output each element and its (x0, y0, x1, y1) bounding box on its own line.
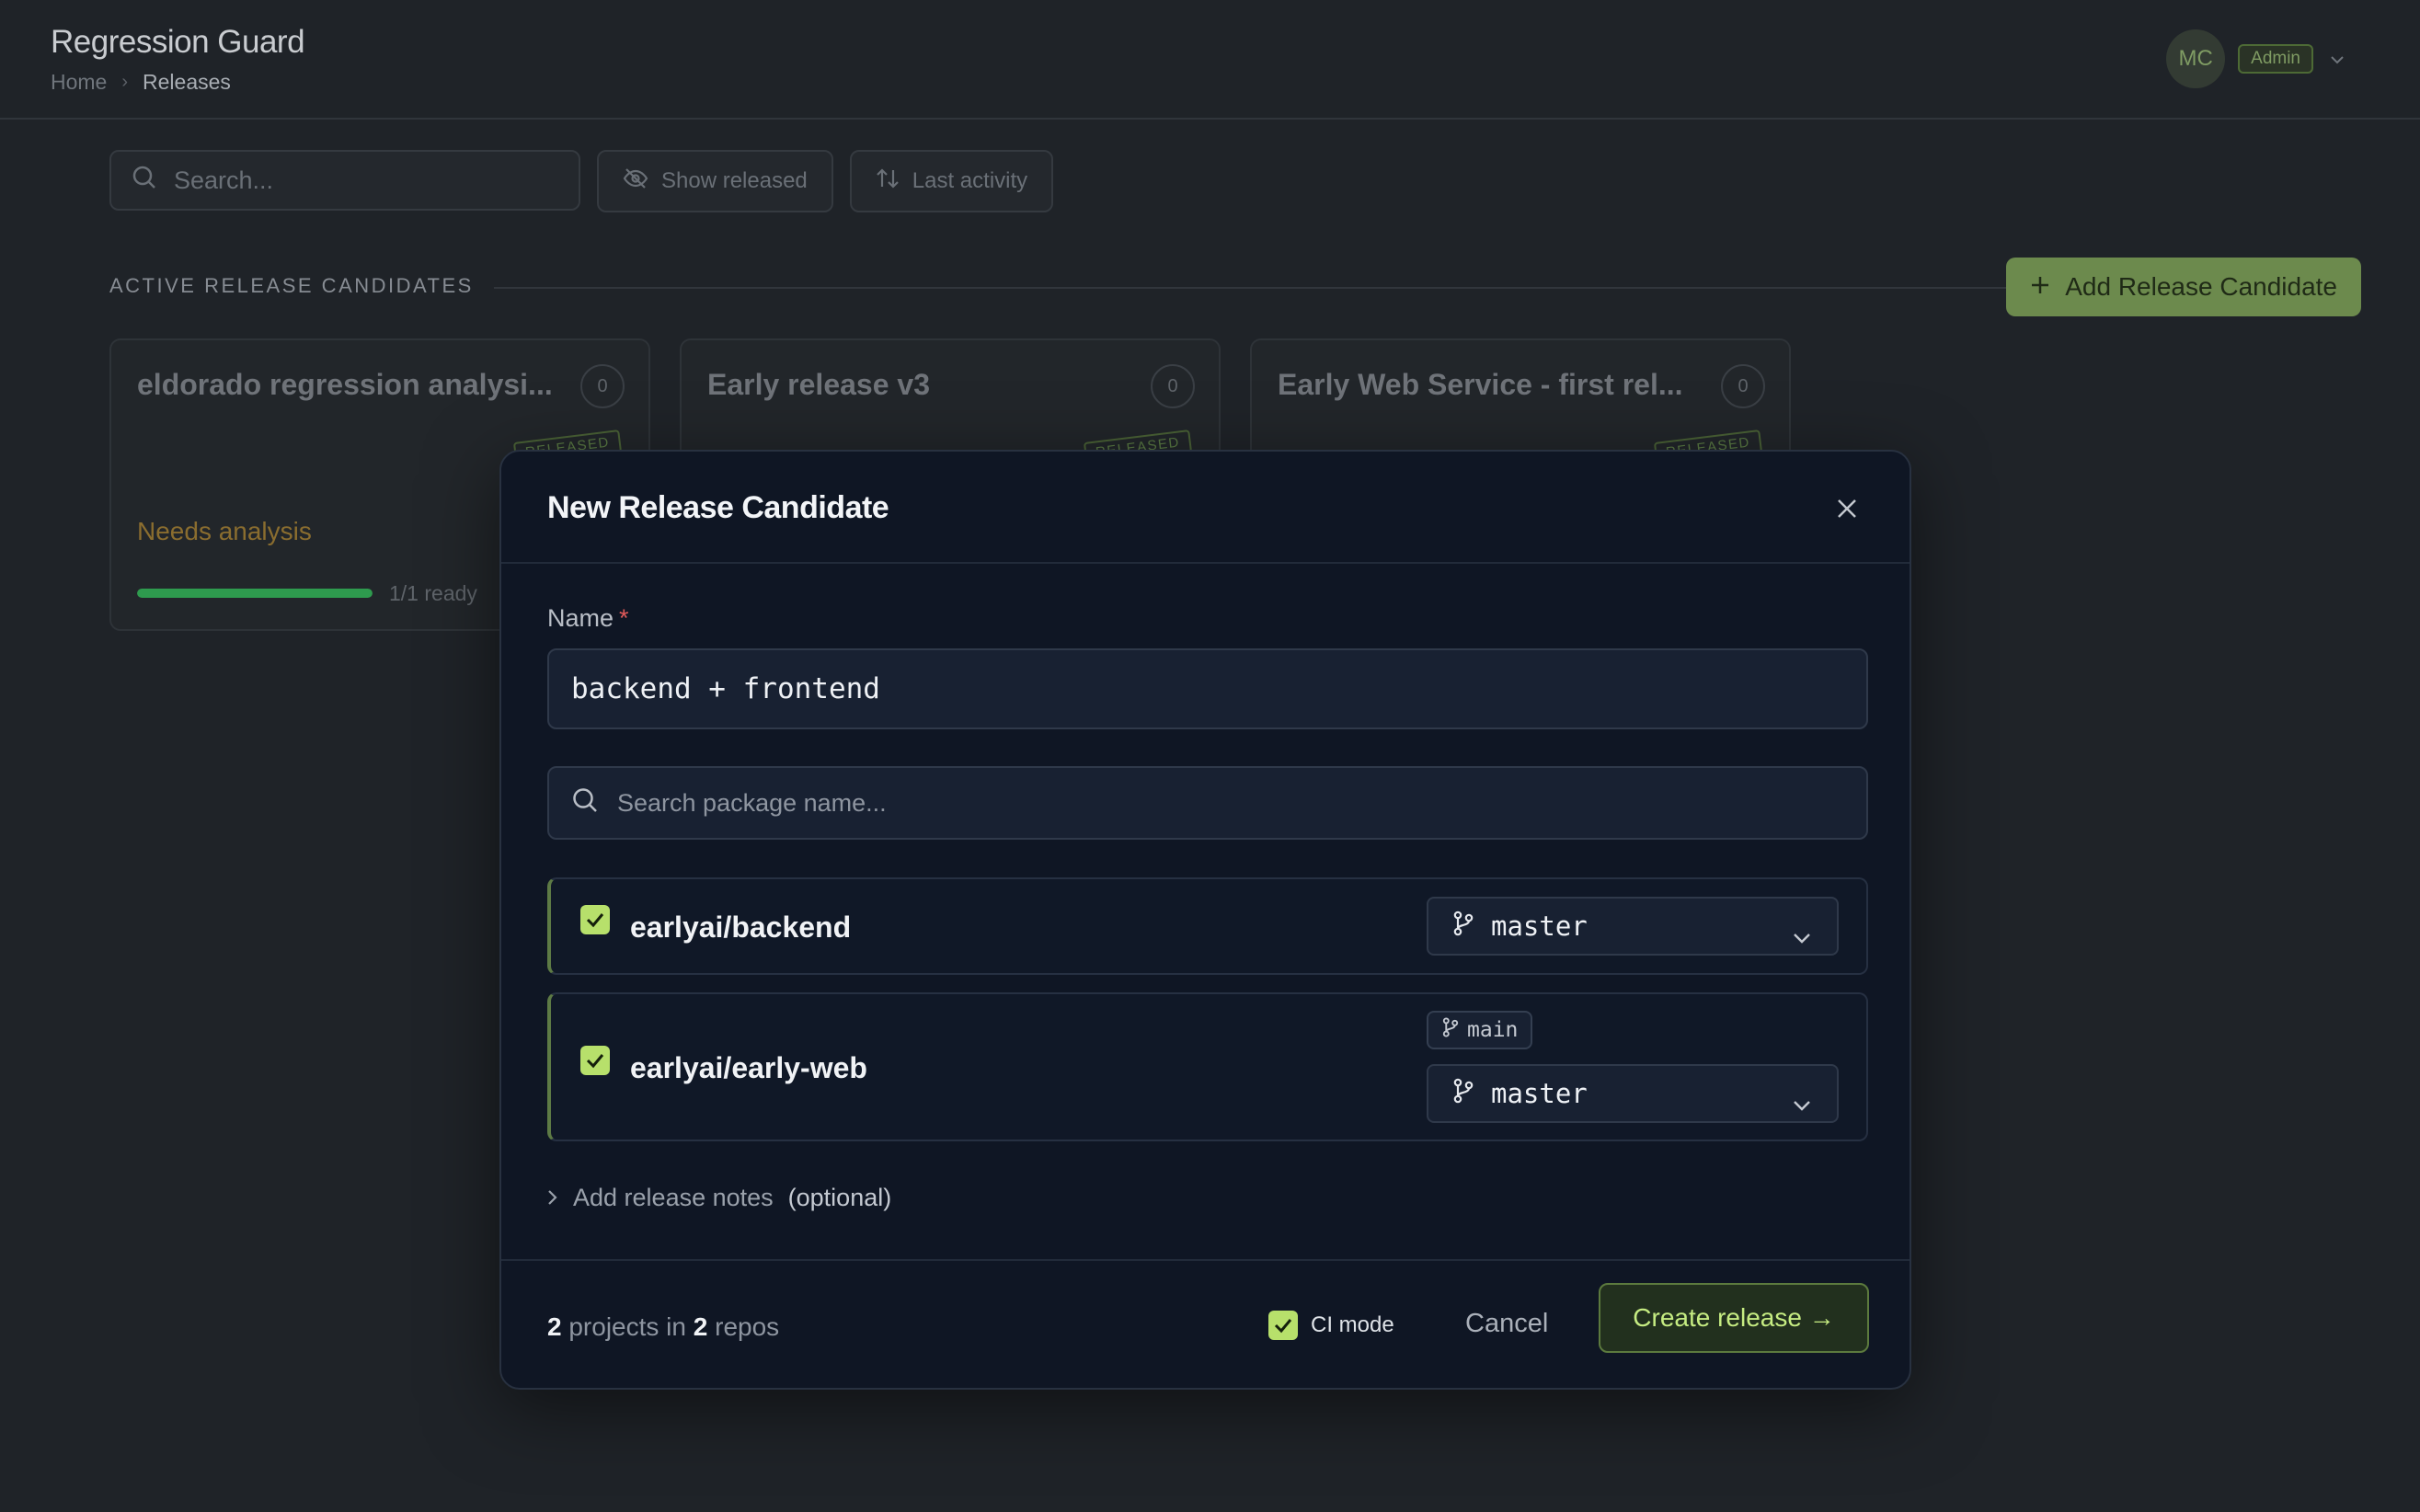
branch-select-value: master (1491, 911, 1588, 942)
progress-bar (137, 589, 373, 598)
package-row-early-web[interactable]: earlyai/early-web main master (547, 992, 1868, 1141)
card-status: Needs analysis (137, 517, 312, 545)
required-marker: * (619, 604, 629, 632)
default-branch-label: main (1467, 1018, 1519, 1042)
plus-icon (2030, 272, 2050, 302)
name-input[interactable]: backend + frontend (547, 648, 1868, 729)
avatar[interactable]: MC (2166, 29, 2226, 88)
card-count-badge: 0 (1151, 364, 1195, 408)
dialog-header: New Release Candidate (501, 452, 1910, 564)
card-count-badge: 0 (1721, 364, 1765, 408)
sort-label: Last activity (912, 168, 1028, 193)
breadcrumb-home[interactable]: Home (51, 70, 107, 95)
default-branch-tag: main (1427, 1011, 1533, 1049)
check-icon (586, 913, 604, 928)
search-placeholder: Search... (174, 166, 274, 194)
name-label: Name * (547, 604, 629, 632)
package-checkbox[interactable] (580, 905, 610, 934)
eye-off-icon (623, 167, 648, 196)
branch-select-value: master (1491, 1078, 1588, 1109)
show-released-label: Show released (661, 168, 808, 193)
progress-fill (137, 589, 373, 598)
search-input[interactable]: Search... (109, 150, 580, 211)
release-notes-toggle[interactable]: Add release notes (optional) (547, 1184, 891, 1212)
app-header: Regression Guard Home › Releases MC Admi… (0, 0, 2420, 120)
git-branch-icon (1452, 911, 1474, 943)
toolbar: Search... Show released Last activity (109, 150, 1054, 212)
git-branch-icon (1441, 1017, 1460, 1043)
branch-select[interactable]: master (1427, 1064, 1839, 1123)
ci-mode-checkbox[interactable]: CI mode (1268, 1311, 1394, 1340)
add-release-candidate-button[interactable]: Add Release Candidate (2006, 258, 2361, 316)
role-badge: Admin (2238, 44, 2313, 74)
dialog-title: New Release Candidate (547, 490, 889, 525)
show-released-button[interactable]: Show released (597, 150, 833, 212)
branch-select[interactable]: master (1427, 897, 1839, 956)
progress-label: 1/1 ready (389, 581, 477, 605)
package-name: earlyai/early-web (630, 1051, 867, 1084)
section-header: ACTIVE RELEASE CANDIDATES Add Release Ca… (109, 258, 2361, 316)
check-icon (586, 1054, 604, 1069)
card-title: Early release v3 (707, 368, 930, 401)
release-notes-label: Add release notes (573, 1184, 774, 1211)
package-name: earlyai/backend (630, 911, 852, 944)
card-count-badge: 0 (580, 364, 625, 408)
create-release-button[interactable]: Create release → (1599, 1283, 1869, 1353)
search-icon (132, 165, 157, 197)
chevron-down-icon (1793, 919, 1811, 950)
close-icon[interactable] (1834, 496, 1860, 521)
breadcrumb: Home › Releases (51, 70, 231, 95)
dialog-footer: 2 projects in 2 repos CI mode Cancel Cre… (501, 1259, 1910, 1388)
app-title: Regression Guard (51, 24, 305, 60)
chevron-down-icon[interactable] (2330, 50, 2345, 69)
release-notes-optional: (optional) (787, 1184, 892, 1211)
breadcrumb-separator-icon: › (121, 72, 129, 92)
selection-summary: 2 projects in 2 repos (547, 1312, 780, 1341)
chevron-right-icon (547, 1184, 558, 1212)
section-title: ACTIVE RELEASE CANDIDATES (109, 274, 474, 297)
package-row-backend[interactable]: earlyai/backend master (547, 877, 1868, 975)
cancel-button[interactable]: Cancel (1465, 1309, 1548, 1339)
package-search-input[interactable]: Search package name... (547, 766, 1868, 840)
new-release-candidate-dialog: New Release Candidate Name * backend + fr… (499, 450, 1911, 1390)
add-release-candidate-label: Add Release Candidate (2065, 272, 2337, 301)
ci-mode-label: CI mode (1311, 1312, 1394, 1337)
chevron-down-icon (1793, 1086, 1811, 1117)
git-branch-icon (1452, 1078, 1474, 1110)
section-divider (494, 287, 2083, 289)
card-title: Early Web Service - first rel... (1278, 368, 1683, 401)
check-icon[interactable] (1268, 1311, 1298, 1340)
search-icon (571, 786, 599, 820)
sort-button[interactable]: Last activity (849, 150, 1054, 212)
package-checkbox[interactable] (580, 1046, 610, 1075)
user-menu[interactable]: MC Admin (2166, 29, 2345, 88)
breadcrumb-current: Releases (143, 70, 231, 94)
card-title: eldorado regression analysi... (137, 368, 553, 401)
package-search-placeholder: Search package name... (617, 788, 887, 817)
sort-icon (876, 166, 900, 197)
